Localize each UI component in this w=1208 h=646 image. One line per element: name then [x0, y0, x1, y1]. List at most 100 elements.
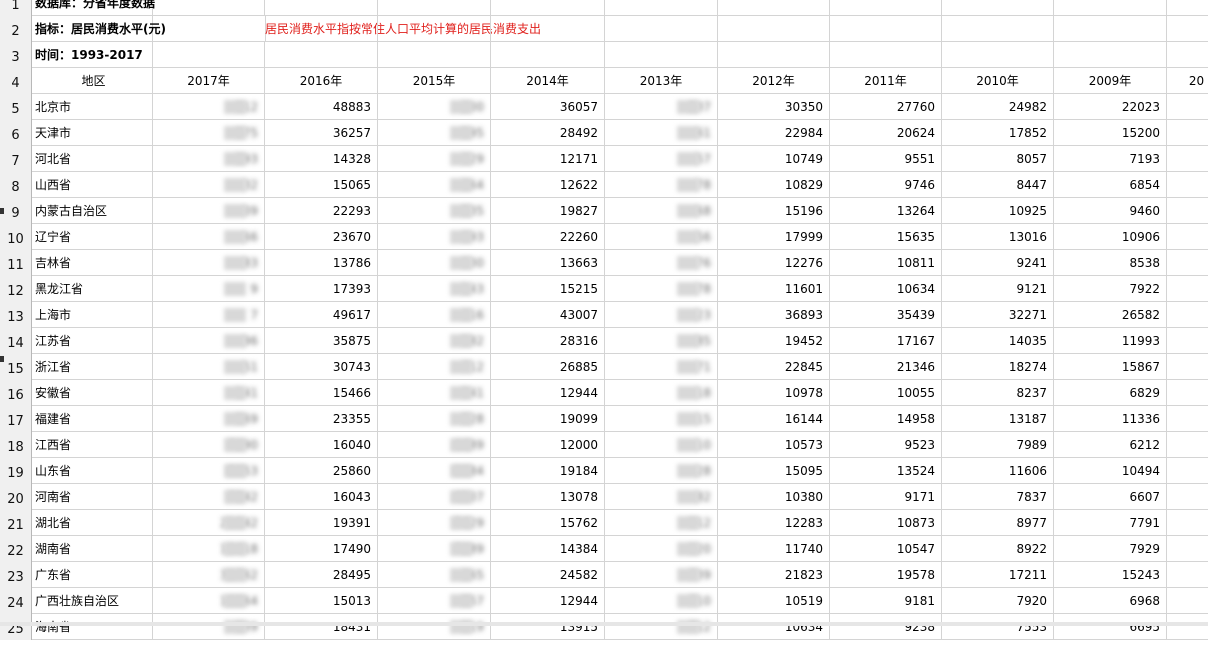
value-cell[interactable]: 6695	[1054, 614, 1167, 640]
cell[interactable]	[1167, 380, 1208, 406]
value-cell[interactable]: 10925	[942, 198, 1054, 224]
value-cell[interactable]: 10634	[830, 276, 942, 302]
value-cell[interactable]: 28316	[491, 328, 605, 354]
value-cell[interactable]: 78	[605, 276, 718, 302]
cell[interactable]	[1054, 42, 1167, 68]
value-cell[interactable]: 30762	[153, 562, 265, 588]
value-cell[interactable]: 19391	[265, 510, 378, 536]
value-cell[interactable]: 13078	[491, 484, 605, 510]
value-cell[interactable]: 835	[378, 198, 491, 224]
value-cell[interactable]: 0684	[378, 458, 491, 484]
row-number[interactable]: 21	[0, 510, 32, 536]
indicator-note-cell[interactable]: 居民消费水平指按常住人口平均计算的居民消费支出	[153, 16, 541, 42]
value-cell[interactable]: 12622	[491, 172, 605, 198]
cell[interactable]	[1167, 16, 1208, 42]
row-number[interactable]: 6	[0, 120, 32, 146]
value-cell[interactable]: 19827	[491, 198, 605, 224]
region-cell[interactable]: 山东省	[32, 458, 153, 484]
value-cell[interactable]: 13663	[491, 250, 605, 276]
value-cell[interactable]: 12283	[718, 510, 830, 536]
value-cell[interactable]: 8057	[942, 146, 1054, 172]
value-cell[interactable]: 24582	[491, 562, 605, 588]
value-cell[interactable]: 83	[153, 250, 265, 276]
value-cell[interactable]: 10978	[718, 380, 830, 406]
value-cell[interactable]: 21642	[153, 510, 265, 536]
value-cell[interactable]: 7791	[1054, 510, 1167, 536]
value-cell[interactable]: 22984	[718, 120, 830, 146]
cell[interactable]	[378, 42, 491, 68]
cell[interactable]	[265, 42, 378, 68]
value-cell[interactable]: 11993	[1054, 328, 1167, 354]
value-cell[interactable]: 9121	[942, 276, 1054, 302]
cell[interactable]	[491, 16, 605, 42]
value-cell[interactable]: 10873	[830, 510, 942, 536]
value-cell[interactable]: 61	[605, 120, 718, 146]
value-cell[interactable]: 10494	[1054, 458, 1167, 484]
cell[interactable]	[1167, 276, 1208, 302]
value-cell[interactable]: 6968	[1054, 588, 1167, 614]
value-cell[interactable]: 71	[605, 354, 718, 380]
header-year[interactable]: 2014年	[491, 68, 605, 94]
value-cell[interactable]: 857	[378, 588, 491, 614]
region-cell[interactable]: 广西壮族自治区	[32, 588, 153, 614]
value-cell[interactable]: 7842	[153, 484, 265, 510]
cell[interactable]	[942, 0, 1054, 16]
region-cell[interactable]: 山西省	[32, 172, 153, 198]
region-cell[interactable]: 内蒙古自治区	[32, 198, 153, 224]
value-cell[interactable]: 9171	[830, 484, 942, 510]
region-cell[interactable]: 辽宁省	[32, 224, 153, 250]
value-cell[interactable]: 15095	[718, 458, 830, 484]
row-number[interactable]: 2	[0, 16, 32, 42]
cell[interactable]	[1167, 198, 1208, 224]
row-number[interactable]: 3	[0, 42, 32, 68]
cell[interactable]	[1167, 94, 1208, 120]
value-cell[interactable]: 76	[605, 250, 718, 276]
cell-a3[interactable]: 时间：1993-2017	[32, 42, 153, 68]
value-cell[interactable]: 10811	[830, 250, 942, 276]
value-cell[interactable]: 8447	[942, 172, 1054, 198]
value-cell[interactable]: 365	[378, 562, 491, 588]
value-cell[interactable]: 7929	[1054, 536, 1167, 562]
value-cell[interactable]: 17393	[265, 276, 378, 302]
value-cell[interactable]: 25860	[265, 458, 378, 484]
value-cell[interactable]: 200	[378, 94, 491, 120]
region-cell[interactable]: 湖南省	[32, 536, 153, 562]
value-cell[interactable]: 30743	[265, 354, 378, 380]
value-cell[interactable]: 6829	[1054, 380, 1167, 406]
value-cell[interactable]: 43007	[491, 302, 605, 328]
cell[interactable]	[942, 42, 1054, 68]
value-cell[interactable]: 15	[605, 406, 718, 432]
value-cell[interactable]: 4489	[378, 432, 491, 458]
value-cell[interactable]: 10	[605, 432, 718, 458]
value-cell[interactable]: 019	[378, 614, 491, 640]
value-cell[interactable]: 12944	[491, 588, 605, 614]
value-cell[interactable]: 56	[605, 224, 718, 250]
value-cell[interactable]: 582	[378, 328, 491, 354]
cell[interactable]	[830, 42, 942, 68]
cell[interactable]	[1167, 42, 1208, 68]
value-cell[interactable]: 96	[153, 328, 265, 354]
header-year[interactable]: 2009年	[1054, 68, 1167, 94]
cell-a2[interactable]: 指标：居民消费水平(元)	[32, 16, 166, 42]
cell[interactable]	[491, 42, 605, 68]
value-cell[interactable]: 22260	[491, 224, 605, 250]
value-cell[interactable]: 10055	[830, 380, 942, 406]
value-cell[interactable]: 18274	[942, 354, 1054, 380]
value-cell[interactable]: 4507	[378, 484, 491, 510]
value-cell[interactable]: 143	[378, 276, 491, 302]
cell[interactable]	[1167, 250, 1208, 276]
value-cell[interactable]: 23670	[265, 224, 378, 250]
value-cell[interactable]: 32271	[942, 302, 1054, 328]
value-cell[interactable]: 17999	[718, 224, 830, 250]
cell[interactable]	[718, 0, 830, 16]
cell[interactable]	[1167, 562, 1208, 588]
value-cell[interactable]: 22293	[265, 198, 378, 224]
cell[interactable]	[830, 0, 942, 16]
region-cell[interactable]: 黑龙江省	[32, 276, 153, 302]
value-cell[interactable]: 10634	[718, 614, 830, 640]
row-number[interactable]: 10	[0, 224, 32, 250]
value-cell[interactable]: 7989	[942, 432, 1054, 458]
value-cell[interactable]: 10749	[718, 146, 830, 172]
row-number[interactable]: 22	[0, 536, 32, 562]
cell[interactable]	[1167, 510, 1208, 536]
